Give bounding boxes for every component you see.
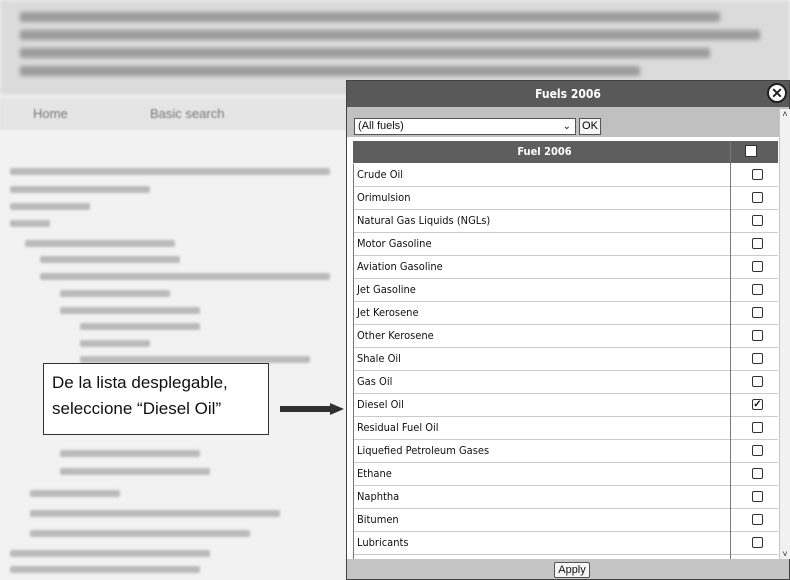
table-row: Residual Fuel Oil <box>354 417 778 440</box>
close-icon[interactable]: ✕ <box>767 83 787 103</box>
callout-line-1: De la lista desplegable, <box>52 373 228 392</box>
fuel-checkbox[interactable] <box>752 192 763 203</box>
nav-basic-search[interactable]: Basic search <box>150 106 224 121</box>
ok-button[interactable]: OK <box>579 118 601 135</box>
instruction-callout: De la lista desplegable, seleccione “Die… <box>43 363 269 435</box>
chevron-down-icon: ⌄ <box>562 121 571 132</box>
fuel-checkbox[interactable] <box>752 376 763 387</box>
fuel-checkbox[interactable] <box>752 261 763 272</box>
table-row: Jet Gasoline <box>354 279 778 302</box>
fuel-checkbox[interactable] <box>752 330 763 341</box>
table-row: Diesel Oil ✓ <box>354 394 778 417</box>
pointer-arrow-icon <box>280 403 344 415</box>
table-row: Bitumen <box>354 509 778 532</box>
table-row: Orimulsion <box>354 187 778 210</box>
fuel-filter-select[interactable]: (All fuels) ⌄ <box>354 118 576 135</box>
fuel-label: Lubricants <box>357 536 409 549</box>
fuel-label: Ethane <box>357 467 392 480</box>
fuel-label: Natural Gas Liquids (NGLs) <box>357 214 491 227</box>
fuel-checkbox[interactable] <box>752 491 763 502</box>
fuel-checkbox[interactable] <box>752 238 763 249</box>
table-row: Aviation Gasoline <box>354 256 778 279</box>
scrollbar[interactable]: ˄ ˅ <box>779 109 790 559</box>
dialog-title: Fuels 2006 <box>347 81 789 107</box>
fuels-dialog: Fuels 2006 ✕ (All fuels) ⌄ OK Fuel 2006 … <box>346 80 790 580</box>
table-row: Ethane <box>354 463 778 486</box>
fuel-checkbox[interactable]: ✓ <box>752 399 763 410</box>
table-row: Naphtha <box>354 486 778 509</box>
table-row: Shale Oil <box>354 348 778 371</box>
fuel-label: Jet Kerosene <box>357 306 419 319</box>
fuel-checkbox[interactable] <box>752 445 763 456</box>
table-row: Other Kerosene <box>354 325 778 348</box>
apply-button[interactable]: Apply <box>554 562 590 578</box>
fuel-label: Diesel Oil <box>357 398 404 411</box>
nav-home[interactable]: Home <box>33 106 68 121</box>
fuel-label: Jet Gasoline <box>357 283 416 296</box>
fuel-checkbox[interactable] <box>752 537 763 548</box>
table-row: Liquefied Petroleum Gases <box>354 440 778 463</box>
fuel-label: Residual Fuel Oil <box>357 421 439 434</box>
fuel-label: Naphtha <box>357 490 400 503</box>
fuel-checkbox[interactable] <box>752 284 763 295</box>
table-row: Jet Kerosene <box>354 302 778 325</box>
fuel-checkbox[interactable] <box>752 353 763 364</box>
fuel-checkbox[interactable] <box>752 169 763 180</box>
fuel-label: Motor Gasoline <box>357 237 432 250</box>
fuel-label: Shale Oil <box>357 352 401 365</box>
callout-line-2: seleccione “Diesel Oil” <box>52 399 222 418</box>
scroll-down-icon[interactable]: ˅ <box>780 549 790 559</box>
fuel-checkbox[interactable] <box>752 307 763 318</box>
table-row: Motor Gasoline <box>354 233 778 256</box>
fuel-checkbox[interactable] <box>752 422 763 433</box>
select-all-checkbox[interactable] <box>745 145 757 157</box>
fuel-checkbox[interactable] <box>752 468 763 479</box>
fuel-list: Crude Oil Orimulsion Natural Gas Liquids (… <box>353 164 778 559</box>
table-row: Crude Oil <box>354 164 778 187</box>
fuel-label: Gas Oil <box>357 375 393 388</box>
scroll-up-icon[interactable]: ˄ <box>780 109 790 119</box>
table-header-title: Fuel 2006 <box>517 145 572 158</box>
fuel-label: Crude Oil <box>357 168 404 181</box>
fuel-filter-value: (All fuels) <box>358 120 404 132</box>
fuel-label: Aviation Gasoline <box>357 260 443 273</box>
fuel-label: Bitumen <box>357 513 399 526</box>
dialog-footer: Apply <box>347 559 789 579</box>
table-row: Lubricants <box>354 532 778 555</box>
fuel-checkbox[interactable] <box>752 514 763 525</box>
fuel-label: Orimulsion <box>357 191 411 204</box>
column-divider <box>730 141 731 559</box>
table-row: Natural Gas Liquids (NGLs) <box>354 210 778 233</box>
table-row: Gas Oil <box>354 371 778 394</box>
fuel-label: Liquefied Petroleum Gases <box>357 444 490 457</box>
table-header: Fuel 2006 <box>353 141 778 163</box>
fuel-label: Other Kerosene <box>357 329 434 342</box>
fuel-checkbox[interactable] <box>752 215 763 226</box>
